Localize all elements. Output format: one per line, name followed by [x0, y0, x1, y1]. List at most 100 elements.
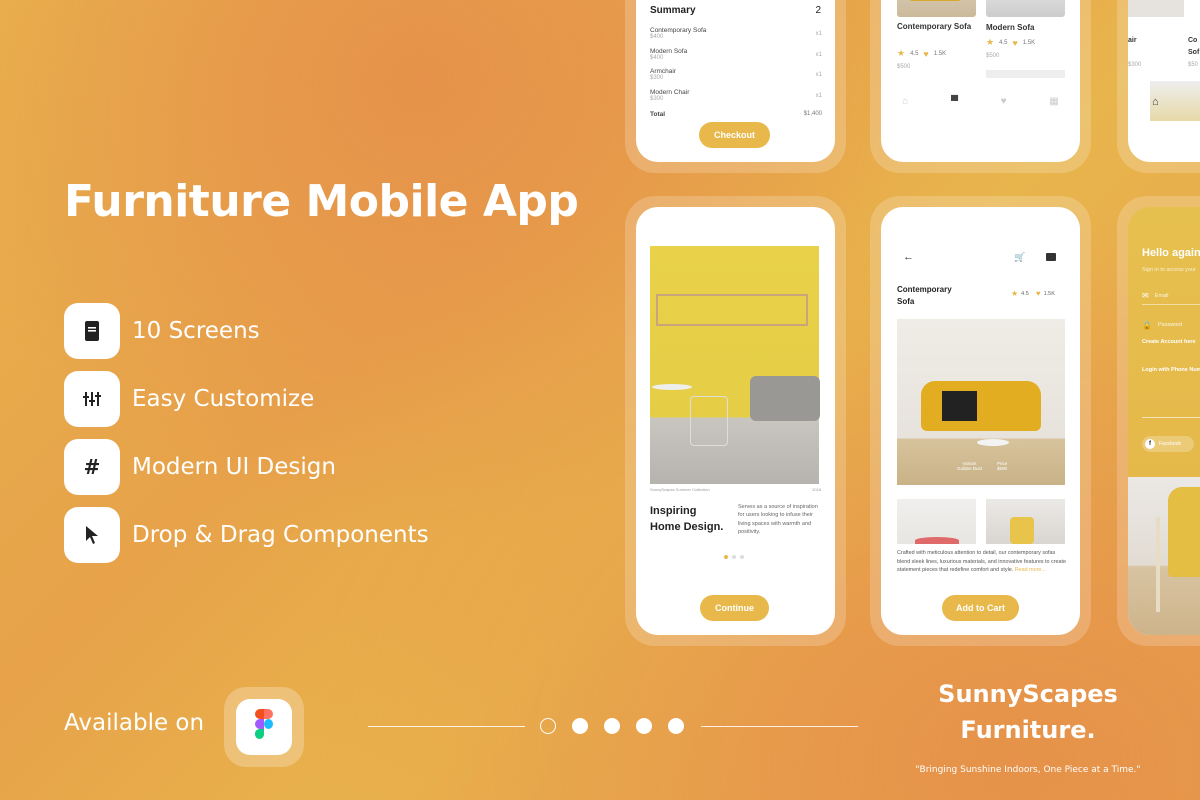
item-qty: x1: [815, 31, 822, 37]
mail-icon: ✉: [1142, 291, 1149, 300]
summary-item: Modern Sofa $400 x1: [650, 48, 822, 69]
feature-item: 10 Screens: [64, 303, 260, 359]
likes: 1.5K: [1043, 290, 1055, 297]
star-icon: ★: [897, 48, 906, 58]
heart-icon[interactable]: ♥: [1001, 96, 1007, 107]
summary-title: Summary: [650, 5, 696, 16]
sliders-icon: [64, 371, 120, 427]
page-dot[interactable]: [732, 555, 736, 559]
product-description: Crafted with meticulous attention to det…: [897, 549, 1067, 575]
hero-image-shelves: [650, 246, 820, 484]
item-price: $400: [650, 34, 664, 40]
price-overlay: Price $500: [997, 461, 1007, 471]
heading-line: Home Design.: [650, 521, 724, 533]
summary-item: Contemporary Sofa $400 x1: [650, 27, 822, 48]
brand-name-line2: Furniture.: [960, 716, 1096, 744]
home-icon[interactable]: ⌂: [902, 96, 908, 107]
phone-product-detail: ← 🛒 Contemporary Sofa ★ 4.5 ♥ 1.5K Variant G…: [870, 196, 1091, 646]
facebook-icon: f: [1145, 439, 1155, 449]
cursor-pointer-icon: [64, 507, 120, 563]
product-stats: ★ 4.5 ♥ 1.5K: [897, 48, 946, 59]
heading-line: Inspiring: [650, 505, 697, 517]
product-name: Co: [1188, 37, 1198, 44]
product-image-contemporary-sofa[interactable]: [897, 0, 976, 17]
item-name: Modern Chair: [650, 88, 690, 96]
login-hero-image: [1128, 477, 1200, 635]
variant-value: Golden Dust: [957, 466, 983, 471]
email-field[interactable]: ✉ Email: [1142, 287, 1200, 305]
item-name: Contemporary Sofa: [650, 27, 707, 34]
divider-right: [701, 726, 858, 727]
image-caption: SunnyScapes Summer Collection: [650, 487, 710, 492]
item-qty: x1: [815, 72, 822, 78]
hash-icon: #: [64, 439, 120, 495]
chat-icon[interactable]: [1046, 253, 1056, 261]
rating: 4.5: [1021, 290, 1029, 297]
hero-title: Furniture Mobile App: [64, 176, 579, 227]
cart-icon[interactable]: 🛒: [1014, 252, 1025, 263]
login-subtitle: Sign in to access your: [1142, 267, 1196, 273]
add-to-cart-button[interactable]: Add to Cart: [942, 595, 1019, 621]
create-account-link[interactable]: Create Account here: [1142, 339, 1196, 345]
pagination-dot[interactable]: [668, 718, 684, 734]
thumbnail-2[interactable]: [986, 499, 1065, 544]
product-hero-image: Variant Golden Dust Price $500: [897, 319, 1065, 485]
item-qty: x1: [815, 92, 822, 99]
back-arrow-icon[interactable]: ←: [903, 251, 914, 263]
phone-login: Hello again Sign in to access your ✉ Ema…: [1117, 196, 1200, 646]
password-placeholder: Password: [1157, 322, 1183, 328]
heart-icon: ♥: [1035, 289, 1041, 298]
rating: 4.5: [910, 50, 919, 57]
product-image-modern-sofa[interactable]: [986, 0, 1065, 17]
grid-icon[interactable]: ▦: [1049, 96, 1058, 107]
product-price: $50: [1188, 62, 1199, 68]
password-field[interactable]: 🔒 Password: [1142, 316, 1200, 334]
pagination-dot-active[interactable]: [540, 718, 556, 734]
heart-icon: ♥: [923, 48, 929, 59]
summary-count: 2: [815, 5, 821, 16]
pagination-dot[interactable]: [636, 718, 652, 734]
product-price: $500: [986, 53, 1000, 59]
facebook-button[interactable]: f Facebook: [1142, 436, 1194, 452]
summary-item: Modern Chair $300 x1: [650, 89, 822, 110]
phone-login-link[interactable]: Login with Phone Number: [1142, 367, 1200, 373]
page-dot[interactable]: [740, 555, 744, 559]
continue-button[interactable]: Continue: [700, 595, 769, 621]
pagination-dot[interactable]: [604, 718, 620, 734]
mobile-screen-icon: [64, 303, 120, 359]
figma-badge[interactable]: [224, 687, 304, 767]
feature-label: Modern UI Design: [132, 454, 336, 480]
product-name[interactable]: Contemporary Sofa: [897, 21, 977, 32]
home-icon[interactable]: ⌂: [1152, 96, 1159, 108]
product-stats: ★ 4.5 ♥ 1.5K: [986, 37, 1035, 48]
likes: 1.5K: [933, 50, 947, 57]
feature-label: 10 Screens: [132, 318, 260, 344]
item-price: $300: [650, 75, 664, 81]
checkout-button[interactable]: Checkout: [699, 122, 770, 148]
summary-total-row: Total $1,400: [650, 111, 822, 118]
feature-item: Easy Customize: [64, 371, 314, 427]
divider-left: [368, 726, 525, 727]
product-name[interactable]: Modern Sofa: [986, 23, 1034, 32]
phone-summary: Summary 2 Contemporary Sofa $400 x1 Modern…: [625, 0, 846, 173]
rating: 4.5: [999, 39, 1008, 46]
phone-catalog-partial: air $300 Co Sof $50 ⌂: [1117, 0, 1200, 173]
onboarding-description: Serves as a source of inspiration for us…: [738, 504, 818, 535]
available-on-label: Available on: [64, 710, 205, 736]
onboarding-dots: [724, 555, 744, 559]
brand-tagline: "Bringing Sunshine Indoors, One Piece at…: [915, 765, 1141, 775]
total-value: $1,400: [803, 111, 822, 117]
item-qty: x1: [815, 51, 822, 58]
facebook-label: Facebook: [1159, 441, 1181, 447]
read-more-link[interactable]: Read more...: [1015, 567, 1046, 573]
onboarding-heading: Inspiring Home Design.: [650, 503, 723, 535]
image-year: 2018: [812, 487, 821, 492]
lock-icon: 🔒: [1142, 320, 1152, 330]
thumbnail-1[interactable]: [897, 499, 976, 544]
sofa-icon[interactable]: ▀: [951, 96, 958, 107]
star-icon: ★: [1011, 289, 1019, 298]
pagination-dot[interactable]: [572, 718, 588, 734]
page-dot-active[interactable]: [724, 555, 728, 559]
brand-name-line1: SunnyScapes: [938, 680, 1118, 708]
product-price: $500: [897, 64, 911, 70]
